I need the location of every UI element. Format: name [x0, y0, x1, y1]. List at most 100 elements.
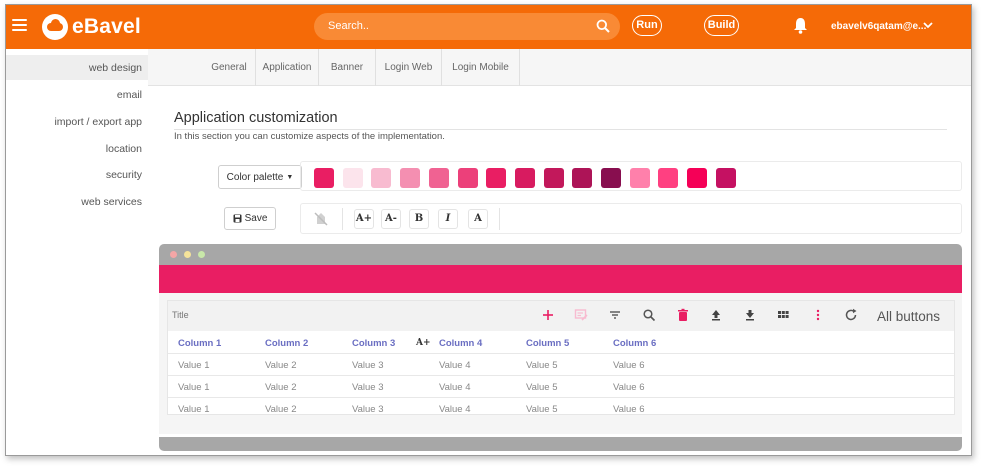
- color-swatch[interactable]: [658, 168, 679, 188]
- more-vertical-icon[interactable]: [811, 308, 825, 322]
- font-decrease-button[interactable]: A-: [381, 209, 401, 229]
- page-title: Application customization: [174, 110, 338, 126]
- font-color-button[interactable]: A: [468, 209, 488, 229]
- add-icon[interactable]: [541, 308, 555, 322]
- build-button[interactable]: Build: [704, 15, 739, 36]
- table-cell: Value 2: [265, 382, 297, 393]
- window-maximize-dot: [198, 251, 205, 258]
- filter-icon[interactable]: [608, 308, 622, 322]
- window-close-dot: [170, 251, 177, 258]
- column-header[interactable]: Column 5: [526, 338, 569, 349]
- search-input[interactable]: Search..: [314, 13, 620, 40]
- chevron-down-icon[interactable]: [922, 19, 934, 31]
- cloud-logo-icon: [42, 14, 68, 40]
- toolbar-separator: [342, 208, 343, 230]
- search-icon[interactable]: [596, 19, 610, 33]
- table-cell: Value 3: [352, 360, 384, 371]
- color-swatch[interactable]: [601, 168, 621, 188]
- bell-icon[interactable]: [793, 17, 808, 34]
- table-cell: Value 5: [526, 404, 558, 415]
- user-account[interactable]: ebavelv6qatam@e...: [831, 21, 926, 32]
- grid-icon[interactable]: [776, 308, 790, 322]
- color-swatch[interactable]: [371, 168, 392, 188]
- preview-footer: [159, 437, 962, 451]
- window-minimize-dot: [184, 251, 191, 258]
- italic-button[interactable]: I: [438, 209, 458, 229]
- table-cell: Value 2: [265, 404, 297, 415]
- preview-header[interactable]: [159, 265, 962, 293]
- row-divider: [168, 353, 954, 354]
- delete-icon[interactable]: [676, 308, 690, 322]
- format-toolbar: A+ A- B I A: [300, 203, 962, 234]
- caret-down-icon: ▼: [286, 173, 294, 181]
- preview-window-bar: [159, 244, 962, 265]
- color-swatch[interactable]: [543, 168, 564, 188]
- download-icon[interactable]: [743, 308, 757, 322]
- table-cell: Value 1: [178, 360, 210, 371]
- floppy-disk-icon: [233, 214, 242, 223]
- font-size-hint-icon: A+: [416, 338, 431, 348]
- tab-login-web[interactable]: Login Web: [376, 49, 442, 86]
- color-swatch[interactable]: [572, 168, 593, 188]
- edit-list-icon[interactable]: [574, 308, 588, 322]
- color-swatch[interactable]: [428, 168, 449, 188]
- search-icon[interactable]: [642, 308, 656, 322]
- all-buttons-label: All buttons: [877, 309, 941, 324]
- column-header[interactable]: Column 1: [178, 338, 221, 349]
- preview-table-toolbar: Title All buttons: [168, 301, 954, 331]
- sidebar-item-email[interactable]: email: [117, 89, 142, 101]
- table-cell: Value 2: [265, 360, 297, 371]
- tab-login-mobile[interactable]: Login Mobile: [442, 49, 520, 86]
- top-bar: eBavel Search.. Run Build ebavelv6qatam@…: [6, 5, 971, 49]
- table-cell: Value 4: [439, 404, 471, 415]
- color-swatch[interactable]: [400, 168, 421, 188]
- sidebar: web design email import / export app loc…: [6, 49, 148, 455]
- table-cell: Value 3: [352, 382, 384, 393]
- color-swatch[interactable]: [457, 168, 478, 188]
- color-swatch[interactable]: [314, 168, 334, 188]
- bold-button[interactable]: B: [409, 209, 429, 229]
- menu-icon[interactable]: [12, 19, 27, 31]
- table-cell: Value 3: [352, 404, 384, 415]
- color-fill-disabled-icon[interactable]: [313, 211, 329, 227]
- sidebar-item-security[interactable]: security: [106, 169, 142, 181]
- save-label: Save: [244, 213, 268, 224]
- column-header[interactable]: Column 2: [265, 338, 308, 349]
- table-cell: Value 6: [613, 404, 645, 415]
- table-cell: Value 5: [526, 360, 558, 371]
- tab-banner[interactable]: Banner: [319, 49, 376, 86]
- save-button[interactable]: Save: [224, 207, 276, 230]
- sidebar-item-web-design[interactable]: web design: [89, 62, 142, 74]
- table-cell: Value 5: [526, 382, 558, 393]
- color-swatch[interactable]: [342, 168, 363, 188]
- tab-general[interactable]: General: [203, 49, 256, 86]
- run-button[interactable]: Run: [632, 15, 662, 36]
- color-swatch[interactable]: [715, 168, 736, 188]
- color-palette-dropdown[interactable]: Color palette ▼: [218, 165, 302, 189]
- column-header[interactable]: Column 4: [439, 338, 482, 349]
- color-swatch[interactable]: [514, 168, 535, 188]
- title-divider: [174, 129, 947, 130]
- table-cell: Value 4: [439, 360, 471, 371]
- sidebar-item-location[interactable]: location: [106, 143, 142, 155]
- app-logo[interactable]: eBavel: [42, 14, 141, 40]
- table-cell: Value 1: [178, 404, 210, 415]
- font-increase-button[interactable]: A+: [354, 209, 374, 229]
- sidebar-item-import-export[interactable]: import / export app: [54, 116, 142, 128]
- color-swatch[interactable]: [629, 168, 650, 188]
- column-header[interactable]: Column 6: [613, 338, 656, 349]
- page-subtitle: In this section you can customize aspect…: [174, 131, 445, 142]
- table-cell: Value 1: [178, 382, 210, 393]
- table-cell: Value 6: [613, 360, 645, 371]
- tab-application[interactable]: Application: [256, 49, 319, 86]
- table-cell: Value 4: [439, 382, 471, 393]
- refresh-icon[interactable]: [844, 308, 858, 322]
- color-swatch[interactable]: [486, 168, 507, 188]
- sidebar-item-web-services[interactable]: web services: [81, 196, 142, 208]
- preview-table-title: Title: [172, 310, 189, 320]
- column-header[interactable]: Column 3: [352, 338, 395, 349]
- color-swatch[interactable]: [687, 168, 708, 188]
- upload-icon[interactable]: [709, 308, 723, 322]
- row-divider: [168, 375, 954, 376]
- color-swatch-list: [300, 161, 962, 191]
